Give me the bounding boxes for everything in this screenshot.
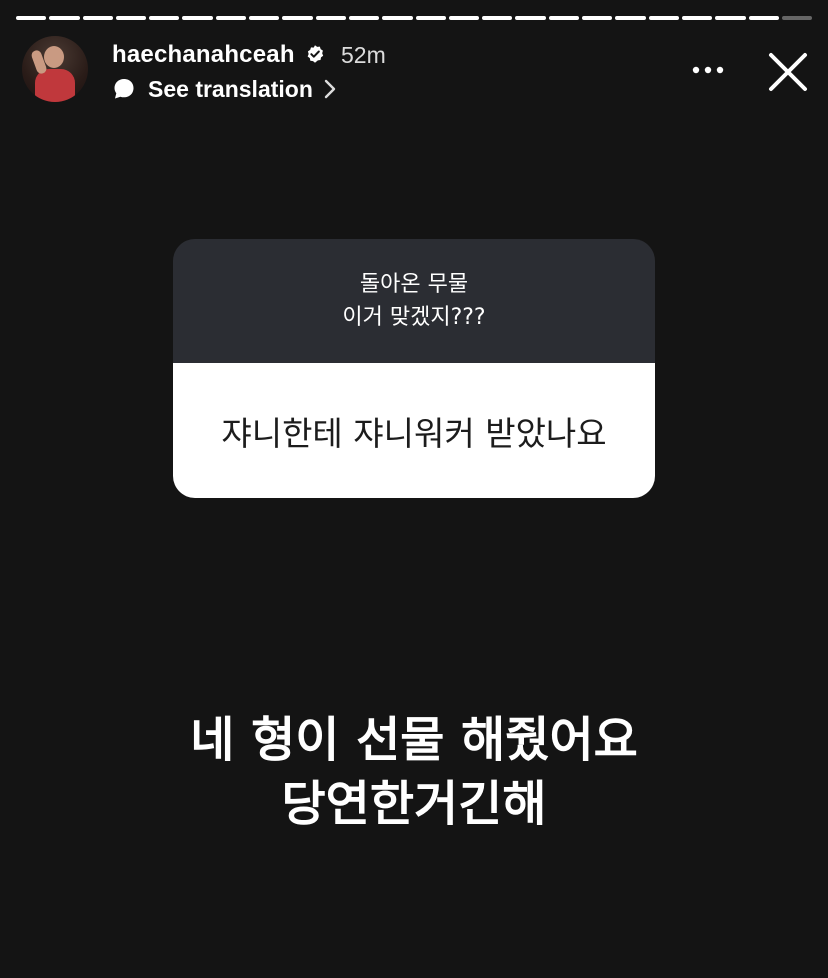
- progress-segment: [49, 16, 80, 20]
- progress-segment: [16, 16, 47, 20]
- speech-bubble-icon: [114, 79, 134, 99]
- story-progress-bar: [16, 16, 813, 20]
- progress-segment: [182, 16, 213, 20]
- avatar-shirt: [35, 69, 75, 102]
- see-translation-button[interactable]: See translation: [112, 74, 337, 104]
- progress-segment: [82, 16, 113, 20]
- answer-line1: 네 형이 선물 해줬어요: [190, 712, 638, 768]
- username[interactable]: haechanahceah: [112, 40, 295, 70]
- close-icon[interactable]: [766, 50, 810, 94]
- progress-segment: [681, 16, 713, 20]
- progress-segment: [615, 16, 646, 20]
- see-translation-label: See translation: [148, 76, 313, 102]
- avatar[interactable]: [22, 36, 88, 102]
- question-prompt-line1: 돌아온 무물: [359, 272, 469, 297]
- progress-segment: [548, 16, 580, 20]
- verified-badge-icon: [307, 45, 324, 63]
- progress-segment: [215, 16, 247, 20]
- post-time: 52m: [341, 42, 386, 68]
- question-sticker-header: 돌아온 무물 이거 맞겠지???: [173, 239, 655, 363]
- question-sticker: 돌아온 무물 이거 맞겠지??? 쟈니한테 쟈니워커 받았나요: [173, 239, 655, 498]
- progress-segment: [748, 16, 779, 20]
- progress-segment: [348, 16, 380, 20]
- progress-segment: [715, 16, 746, 20]
- answer-line2: 당연한거긴해: [281, 776, 547, 832]
- progress-segment: [781, 16, 813, 20]
- progress-segment: [482, 16, 513, 20]
- progress-segment: [582, 16, 613, 20]
- more-horizontal-icon[interactable]: [690, 60, 726, 80]
- progress-segment: [249, 16, 280, 20]
- progress-segment: [315, 16, 346, 20]
- answer-text: 네 형이 선물 해줬어요 당연한거긴해: [0, 708, 828, 836]
- progress-segment: [149, 16, 180, 20]
- question-prompt-line2: 이거 맞겠지???: [342, 305, 486, 330]
- avatar-face: [44, 46, 64, 68]
- progress-segment: [282, 16, 313, 20]
- progress-segment: [382, 16, 413, 20]
- progress-segment: [648, 16, 679, 20]
- progress-segment: [515, 16, 546, 20]
- chevron-right-icon: [324, 79, 336, 99]
- progress-segment: [115, 16, 147, 20]
- progress-segment: [415, 16, 446, 20]
- progress-segment: [448, 16, 480, 20]
- question-sticker-body: 쟈니한테 쟈니워커 받았나요: [173, 363, 655, 498]
- question-text: 쟈니한테 쟈니워커 받았나요: [221, 413, 607, 453]
- story-viewer[interactable]: haechanahceah 52m See translation 돌아온 무물…: [0, 0, 828, 978]
